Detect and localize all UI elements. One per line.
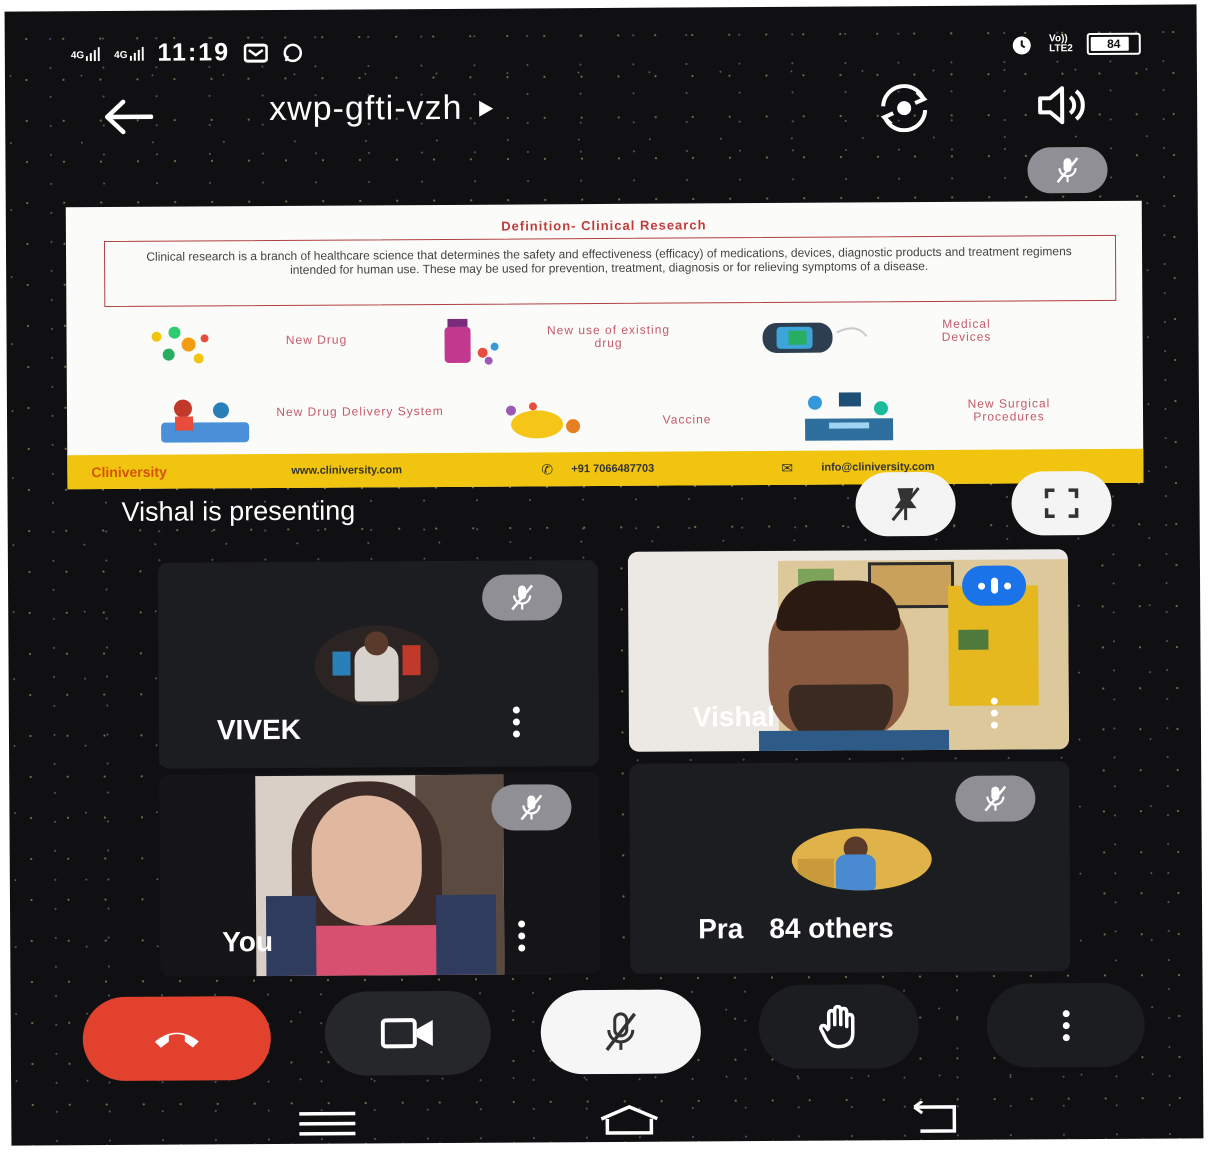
participant-tile-vivek[interactable]: VIVEK <box>157 560 600 769</box>
participant-name: VIVEK <box>216 713 302 746</box>
video-camera-icon <box>380 1018 433 1049</box>
battery-icon: 84 <box>1086 32 1141 56</box>
participant-video <box>758 580 950 752</box>
definition-box: Clinical research is a branch of healthc… <box>103 234 1117 308</box>
mic-off-icon <box>1056 157 1079 184</box>
slide-phone: +91 7066487703 <box>571 462 655 476</box>
back-nav-icon <box>913 1100 957 1133</box>
fullscreen-button[interactable] <box>1011 470 1112 536</box>
presentation-slide[interactable]: Definition- Clinical Research Clinical r… <box>65 200 1144 490</box>
more-vert-icon <box>1062 1009 1070 1041</box>
presenter-muted-indicator <box>1027 146 1108 194</box>
nav-home-button[interactable] <box>589 1098 669 1142</box>
mic-off-icon <box>520 794 543 821</box>
avatar <box>314 625 439 706</box>
signal-1-icon: 4G <box>71 46 101 61</box>
slide-footer: Cliniversity www.cliniversity.com ✆ +91 … <box>67 448 1144 490</box>
end-call-button[interactable] <box>82 996 272 1082</box>
whatsapp-icon <box>283 43 303 62</box>
network-type: Vo)) LTE2 <box>1048 33 1073 55</box>
speaker-icon <box>1038 86 1085 125</box>
definition-text: Clinical research is a branch of healthc… <box>146 244 1072 277</box>
nav-back-button[interactable] <box>899 1096 979 1140</box>
participant-options-button[interactable] <box>512 706 520 738</box>
unpin-button[interactable] <box>855 471 956 537</box>
microphone-toggle-button[interactable] <box>540 989 702 1075</box>
play-arrow-icon <box>479 100 494 117</box>
slide-item-new-use: New use of existing drug <box>438 315 698 373</box>
fullscreen-icon <box>1044 488 1079 519</box>
molecule-icon <box>151 326 209 364</box>
participant-name: Pra <box>698 913 744 945</box>
slide-title: Definition- Clinical Research <box>501 217 707 234</box>
raise-hand-button[interactable] <box>758 984 920 1070</box>
self-video <box>255 774 505 977</box>
phone-hangup-icon <box>154 1032 199 1048</box>
hand-icon <box>819 1004 855 1049</box>
speaking-indicator <box>961 565 1027 606</box>
participant-tile-you[interactable]: You <box>159 772 601 977</box>
mail-icon <box>243 43 269 63</box>
participant-muted-indicator <box>481 574 563 621</box>
slide-item-drug-delivery: New Drug Delivery System <box>157 395 457 451</box>
email-icon: ✉ <box>781 459 794 476</box>
menu-icon <box>299 1111 356 1136</box>
status-bar: 4G 4G 11:19 Vo)) LTE2 84 <box>71 31 1141 74</box>
medical-device-icon <box>762 322 868 353</box>
meeting-info-button[interactable]: xwp-gfti-vzh <box>269 89 495 129</box>
unpin-icon <box>891 487 920 522</box>
slide-website: www.cliniversity.com <box>291 464 403 477</box>
mic-off-icon <box>984 785 1007 812</box>
avatar <box>791 828 932 891</box>
speaker-button[interactable] <box>1029 75 1097 135</box>
others-count: 84 others <box>769 912 894 944</box>
phone-icon: ✆ <box>541 460 554 477</box>
participant-options-button[interactable] <box>518 920 526 952</box>
mic-off-icon <box>605 1012 637 1052</box>
arrow-left-icon <box>104 99 154 135</box>
pill-bottle-icon <box>444 318 499 365</box>
participant-muted-indicator <box>491 784 572 831</box>
participant-options-button[interactable] <box>990 697 998 729</box>
participant-tile-others[interactable]: Pra 84 others <box>629 761 1071 974</box>
participant-muted-indicator <box>955 775 1036 822</box>
slide-item-new-drug: New Drug <box>146 323 386 374</box>
more-options-button[interactable] <box>986 982 1146 1068</box>
slide-item-vaccine: Vaccine <box>497 399 757 447</box>
participant-tile-vishal[interactable]: Vishal <box>627 549 1070 752</box>
meeting-code: xwp-gfti-vzh <box>269 88 463 129</box>
status-time: 11:19 <box>157 38 231 67</box>
mic-off-icon <box>511 584 534 611</box>
phone-screen: 4G 4G 11:19 Vo)) LTE2 84 xwp-gfti-vzh De… <box>4 4 1204 1146</box>
slide-item-surgical: New Surgical Procedures <box>799 387 1119 449</box>
participant-name: You <box>222 926 274 958</box>
drug-delivery-icon <box>161 399 250 443</box>
surgery-icon <box>805 392 894 441</box>
signal-2-icon: 4G <box>114 46 144 60</box>
slide-item-medical-devices: Medical Devices <box>756 311 1056 369</box>
slide-brand: Cliniversity <box>91 463 167 481</box>
switch-camera-button[interactable] <box>867 78 941 138</box>
back-button[interactable] <box>93 89 163 145</box>
nav-recents-button[interactable] <box>287 1103 367 1143</box>
virus-icon <box>505 402 581 439</box>
home-icon <box>600 1104 659 1135</box>
participants-summary: Pra 84 others <box>698 912 894 945</box>
camera-switch-icon <box>880 84 928 133</box>
presenting-label: Vishal is presenting <box>121 495 356 527</box>
camera-toggle-button[interactable] <box>324 990 492 1076</box>
participant-name: Vishal <box>692 700 775 733</box>
alarm-icon <box>1013 36 1032 55</box>
